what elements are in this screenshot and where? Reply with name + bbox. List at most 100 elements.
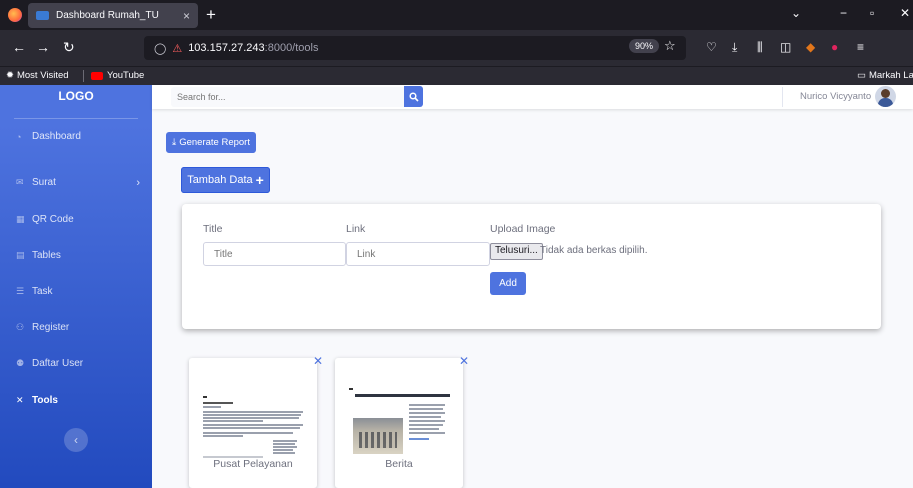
- generate-report-button[interactable]: ⤓ Generate Report: [166, 132, 256, 153]
- metamask-extension-icon[interactable]: ◆: [806, 40, 815, 54]
- browser-tab-bar: Dashboard Rumah_TU × + ⌄ − ▫ ✕: [0, 0, 913, 30]
- card-thumbnail: [343, 366, 455, 462]
- sidebar-toggle-icon[interactable]: ◫: [780, 40, 791, 54]
- sidebar-item-label: Task: [32, 286, 53, 297]
- avatar[interactable]: [875, 86, 896, 107]
- bookmark-other-folder[interactable]: ▭ Markah Lain: [857, 70, 913, 81]
- sidebar-item-surat[interactable]: ✉ Surat ›: [16, 176, 140, 189]
- sidebar-item-label: Surat: [32, 177, 56, 188]
- bookmark-star-icon[interactable]: ☆: [664, 38, 676, 54]
- library-icon[interactable]: ⫼: [757, 40, 763, 55]
- search-button[interactable]: [404, 86, 423, 107]
- youtube-icon: [91, 71, 103, 80]
- sidebar-item-label: Register: [32, 322, 70, 333]
- users-icon: ⚉: [16, 358, 25, 368]
- tracking-shield-icon[interactable]: ◯: [154, 42, 166, 55]
- maximize-icon[interactable]: ▫: [870, 6, 874, 20]
- card-caption: Berita: [385, 458, 413, 470]
- bookmark-divider: [83, 70, 84, 82]
- sidebar-item-task[interactable]: ☰ Task: [16, 286, 140, 297]
- chevron-left-icon: ‹: [74, 433, 78, 447]
- news-photo: [353, 418, 403, 454]
- add-button[interactable]: Add: [490, 272, 526, 295]
- tab-close-icon[interactable]: ×: [183, 9, 190, 23]
- card-caption: Pusat Pelayanan: [213, 458, 293, 470]
- plus-icon: +: [255, 172, 264, 188]
- upload-image-label: Upload Image: [490, 223, 556, 235]
- sidebar-item-label: QR Code: [32, 214, 74, 225]
- sidebar-item-label: Dashboard: [32, 131, 81, 142]
- sidebar-item-dashboard[interactable]: ◔ Dashboard: [16, 131, 140, 142]
- user-name[interactable]: Nurico Vicyyanto: [800, 91, 871, 102]
- sidebar-item-label: Tables: [32, 250, 61, 261]
- sidebar-item-tables[interactable]: ▤ Tables: [16, 250, 140, 261]
- tool-card[interactable]: ✕ Berita: [335, 354, 469, 488]
- tambah-data-button[interactable]: Tambah Data +: [181, 167, 270, 193]
- no-file-text: Tidak ada berkas dipilih.: [540, 245, 648, 256]
- dashboard-icon: ◔: [16, 131, 22, 142]
- add-tool-form-card: Title Link Upload Image Telusuri... Tida…: [182, 204, 881, 329]
- delete-card-icon[interactable]: ✕: [459, 354, 469, 368]
- sidebar-logo[interactable]: LOGO: [0, 89, 152, 103]
- tab-title: Dashboard Rumah_TU: [56, 10, 159, 21]
- bookmark-label: YouTube: [107, 70, 145, 81]
- forward-arrow-icon[interactable]: →: [36, 39, 50, 55]
- bookmark-most-visited[interactable]: ✹ Most Visited: [6, 70, 69, 81]
- tab-favicon-icon: [36, 11, 49, 20]
- firefox-logo-icon: [8, 8, 22, 22]
- sidebar-item-register[interactable]: ⚇ Register: [16, 322, 140, 333]
- mail-icon: ✉: [16, 177, 24, 187]
- bookmarks-toolbar: ✹ Most Visited YouTube ▭ Markah Lain: [0, 66, 913, 85]
- browser-tab[interactable]: Dashboard Rumah_TU ×: [28, 3, 198, 28]
- tools-icon: ✕: [16, 395, 24, 405]
- sidebar-item-label: Daftar User: [32, 358, 84, 369]
- reload-icon[interactable]: ↻: [63, 39, 75, 56]
- topbar-divider: [782, 87, 783, 107]
- qr-icon: ▦: [16, 214, 25, 224]
- bookmark-label: Most Visited: [16, 70, 69, 81]
- browse-file-button[interactable]: Telusuri...: [490, 243, 543, 260]
- app-menu-icon[interactable]: ≡: [857, 40, 864, 54]
- url-path: :8000/tools: [264, 42, 319, 54]
- new-tab-button[interactable]: +: [206, 5, 216, 25]
- delete-card-icon[interactable]: ✕: [313, 354, 323, 368]
- tab-list-chevron-icon[interactable]: ⌄: [791, 6, 801, 20]
- tool-card[interactable]: ✕ Pusat Pelayanan: [189, 354, 323, 488]
- table-icon: ▤: [16, 250, 25, 260]
- close-window-icon[interactable]: ✕: [900, 6, 910, 20]
- browser-nav-bar: ← → ↻ ◯ ⚠ 103.157.27.243:8000/tools 90% …: [0, 30, 913, 66]
- sidebar-item-tools[interactable]: ✕ Tools: [16, 395, 140, 406]
- extension-icon[interactable]: ●: [831, 40, 838, 54]
- sidebar-divider: [14, 118, 138, 119]
- sidebar-item-qr-code[interactable]: ▦ QR Code: [16, 214, 140, 225]
- insecure-lock-icon[interactable]: ⚠: [172, 42, 182, 55]
- tambah-data-label: Tambah Data: [187, 174, 253, 186]
- minimize-icon[interactable]: −: [840, 6, 847, 20]
- title-input[interactable]: [203, 242, 346, 266]
- chevron-right-icon: ›: [136, 176, 140, 189]
- bookmark-youtube[interactable]: YouTube: [91, 70, 144, 81]
- user-plus-icon: ⚇: [16, 322, 25, 332]
- sidebar-item-label: Tools: [32, 395, 58, 406]
- sidebar: LOGO ◔ Dashboard ✉ Surat › ▦ QR Code ▤ T…: [0, 85, 152, 488]
- url-bar[interactable]: ◯ ⚠ 103.157.27.243:8000/tools: [144, 36, 686, 60]
- app-topbar: Nurico Vicyyanto: [152, 85, 913, 109]
- search-icon: [408, 91, 419, 102]
- pocket-icon[interactable]: ♡: [706, 40, 717, 54]
- title-label: Title: [203, 223, 223, 235]
- url-host: 103.157.27.243: [188, 42, 265, 54]
- card-thumbnail: [197, 366, 309, 462]
- link-label: Link: [346, 223, 366, 235]
- folder-icon: ▭: [857, 70, 866, 81]
- downloads-icon[interactable]: ⤓: [732, 40, 737, 55]
- sidebar-item-daftar-user[interactable]: ⚉ Daftar User: [16, 358, 140, 369]
- link-input[interactable]: [346, 242, 490, 266]
- zoom-level-badge[interactable]: 90%: [629, 39, 660, 53]
- bookmark-label: Markah Lain: [868, 70, 913, 81]
- search-input[interactable]: [171, 87, 404, 107]
- download-icon: ⤓: [172, 137, 177, 148]
- gear-icon: ✹: [6, 70, 14, 81]
- back-arrow-icon[interactable]: ←: [12, 39, 26, 55]
- list-icon: ☰: [16, 286, 25, 296]
- sidebar-collapse-button[interactable]: ‹: [64, 428, 88, 452]
